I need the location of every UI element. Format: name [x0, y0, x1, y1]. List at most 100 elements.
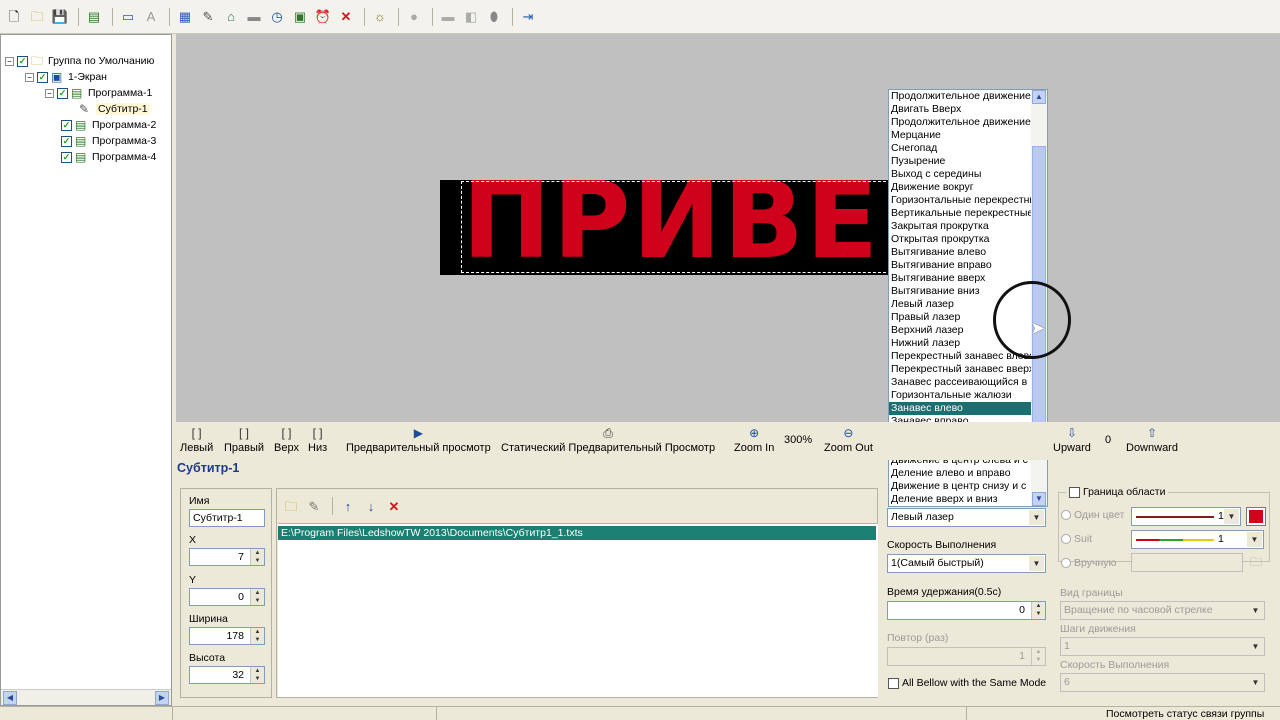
open-folder-icon[interactable]: 🗀: [27, 7, 47, 27]
add-program-icon[interactable]: ▤: [84, 7, 104, 27]
tree-program-row[interactable]: ✓ ▤ Программа-2: [61, 117, 156, 133]
add-table-icon[interactable]: ▦: [175, 7, 195, 27]
checkbox[interactable]: ✓: [17, 55, 28, 67]
scroll-down-icon[interactable]: ▼: [1032, 492, 1046, 506]
height-field[interactable]: 32 ▲ ▼: [189, 666, 265, 684]
radio-icon[interactable]: [1061, 510, 1071, 520]
manual-border-field[interactable]: [1131, 553, 1243, 572]
save-icon[interactable]: 💾: [50, 7, 70, 27]
send-icon[interactable]: ●: [404, 7, 424, 27]
zoom-in-button[interactable]: ⊕ Zoom In: [734, 426, 774, 454]
radio-icon[interactable]: [1061, 558, 1071, 568]
add-time-icon[interactable]: ▣: [290, 7, 310, 27]
border-checkbox-row[interactable]: Граница области: [1066, 486, 1169, 498]
single-color-radio[interactable]: Один цвет: [1061, 509, 1124, 521]
border-speed-select[interactable]: 6 ▼: [1060, 673, 1265, 692]
repeat-stepper[interactable]: ▲ ▼: [1031, 648, 1045, 665]
border-line-select-2[interactable]: 1 ▼: [1131, 530, 1264, 549]
collapse-icon[interactable]: −: [45, 88, 54, 98]
add-text-icon[interactable]: A: [141, 7, 161, 27]
collapse-icon[interactable]: −: [25, 72, 34, 82]
step-select[interactable]: 1 ▼: [1060, 637, 1265, 656]
align-left-button[interactable]: [ ] Левый: [180, 426, 213, 454]
speed-select[interactable]: 1(Самый быстрый) ▼: [887, 554, 1046, 573]
static-preview-button[interactable]: ⎙ Статический Предварительный Просмотр: [501, 426, 715, 454]
scroll-up-icon[interactable]: ▲: [1032, 90, 1046, 104]
hold-time-field[interactable]: 0 ▲ ▼: [887, 601, 1046, 620]
chevron-down-icon[interactable]: ▼: [1029, 510, 1044, 525]
brightness-icon[interactable]: ☼: [370, 7, 390, 27]
animation-list-item[interactable]: Вытягивание влево: [889, 246, 1031, 259]
open-file-icon[interactable]: 🗀: [281, 496, 301, 516]
animation-list-item[interactable]: Движение в центр снизу и с: [889, 480, 1031, 493]
add-area-icon[interactable]: ▭: [118, 7, 138, 27]
x-stepper[interactable]: ▲ ▼: [250, 549, 264, 565]
checkbox[interactable]: ✓: [57, 87, 68, 99]
chevron-down-icon[interactable]: ▼: [1224, 509, 1239, 524]
animation-list-item[interactable]: Занавес рассеивающийся в: [889, 376, 1031, 389]
animation-list-item[interactable]: Вытягивание вверх: [889, 272, 1031, 285]
tree-subtitle-row[interactable]: ✎ Субтитр-1: [79, 101, 150, 117]
chevron-down-icon[interactable]: ▼: [1248, 639, 1263, 654]
send-usb-icon[interactable]: ◧: [461, 7, 481, 27]
tree-group-row[interactable]: − ✓ 🗀 Группа по Умолчанию: [5, 53, 154, 69]
hold-time-stepper[interactable]: ▲ ▼: [1031, 602, 1045, 619]
border-type-select[interactable]: Вращение по часовой стрелке ▼: [1060, 601, 1265, 620]
animation-list-item[interactable]: Вытягивание вправо: [889, 259, 1031, 272]
chevron-down-icon[interactable]: ▼: [1247, 532, 1262, 547]
zoom-out-button[interactable]: ⊖ Zoom Out: [824, 426, 873, 454]
checkbox[interactable]: ✓: [61, 119, 72, 131]
effect-select[interactable]: Левый лазер ▼: [887, 508, 1046, 527]
align-right-button[interactable]: [ ] Правый: [224, 426, 264, 454]
animation-list-item[interactable]: Открытая прокрутка: [889, 233, 1031, 246]
tree-program-row[interactable]: − ✓ ▤ Программа-1: [45, 85, 152, 101]
add-clock-icon[interactable]: ◷: [267, 7, 287, 27]
move-up-icon[interactable]: ↑: [338, 496, 358, 516]
delete-file-icon[interactable]: ✕: [384, 496, 404, 516]
move-down-icon[interactable]: ↓: [361, 496, 381, 516]
y-stepper[interactable]: ▲ ▼: [250, 589, 264, 605]
animation-list-item[interactable]: Продолжительное движение: [889, 90, 1031, 103]
repeat-field[interactable]: 1 ▲ ▼: [887, 647, 1046, 666]
animation-list-item[interactable]: Снегопад: [889, 142, 1031, 155]
add-timer-icon[interactable]: ⏰: [313, 7, 333, 27]
collapse-icon[interactable]: −: [5, 56, 14, 66]
tree-program-row[interactable]: ✓ ▤ Программа-3: [61, 133, 156, 149]
preview-button[interactable]: ▶ Предварительный просмотр: [346, 426, 491, 454]
delete-icon[interactable]: ✕: [336, 7, 356, 27]
border-color-swatch[interactable]: [1246, 507, 1266, 526]
checkbox[interactable]: ✓: [37, 71, 48, 83]
edit-file-icon[interactable]: ✎: [304, 496, 324, 516]
animation-list-item[interactable]: Вертикальные перекрестные: [889, 207, 1031, 220]
animation-list-item[interactable]: Двигать Вверх: [889, 103, 1031, 116]
tree-program-row[interactable]: ✓ ▤ Программа-4: [61, 149, 156, 165]
width-stepper[interactable]: ▲ ▼: [250, 628, 264, 644]
same-mode-checkbox-row[interactable]: All Bellow with the Same Mode: [888, 677, 1046, 689]
new-file-icon[interactable]: 🗋: [4, 7, 24, 27]
border-checkbox[interactable]: [1069, 486, 1080, 498]
downward-button[interactable]: ⇧ Downward: [1126, 426, 1178, 454]
usb-icon[interactable]: ▬: [438, 7, 458, 27]
animation-list-item[interactable]: Перекрестный занавес вверх: [889, 363, 1031, 376]
height-stepper[interactable]: ▲ ▼: [250, 667, 264, 683]
x-field[interactable]: 7 ▲ ▼: [189, 548, 265, 566]
chevron-down-icon[interactable]: ▼: [1029, 556, 1044, 571]
align-top-button[interactable]: [ ] Верх: [274, 426, 299, 454]
animation-list-item[interactable]: Горизонтальные перекрестные: [889, 194, 1031, 207]
pin-icon[interactable]: ⬮: [484, 7, 504, 27]
animation-list-item[interactable]: Мерцание: [889, 129, 1031, 142]
checkbox[interactable]: ✓: [61, 135, 72, 147]
file-list-item[interactable]: E:\Program Files\LedshowTW 2013\Document…: [278, 526, 876, 540]
add-subtitle-icon[interactable]: ✎: [198, 7, 218, 27]
upward-button[interactable]: ⇩ Upward: [1053, 426, 1091, 454]
animation-list-item[interactable]: Закрытая прокрутка: [889, 220, 1031, 233]
animation-list-item[interactable]: Движение вокруг: [889, 181, 1031, 194]
tree-horizontal-scrollbar[interactable]: ◀ ▶: [1, 689, 171, 705]
animation-list-item[interactable]: Пузырение: [889, 155, 1031, 168]
y-field[interactable]: 0 ▲ ▼: [189, 588, 265, 606]
checkbox[interactable]: ✓: [61, 151, 72, 163]
animation-list-item[interactable]: Деление вверх и вниз: [889, 493, 1031, 506]
same-mode-checkbox[interactable]: [888, 677, 899, 689]
animation-list-item[interactable]: Деление влево и вправо: [889, 467, 1031, 480]
animation-list-item[interactable]: Занавес влево: [889, 402, 1031, 415]
